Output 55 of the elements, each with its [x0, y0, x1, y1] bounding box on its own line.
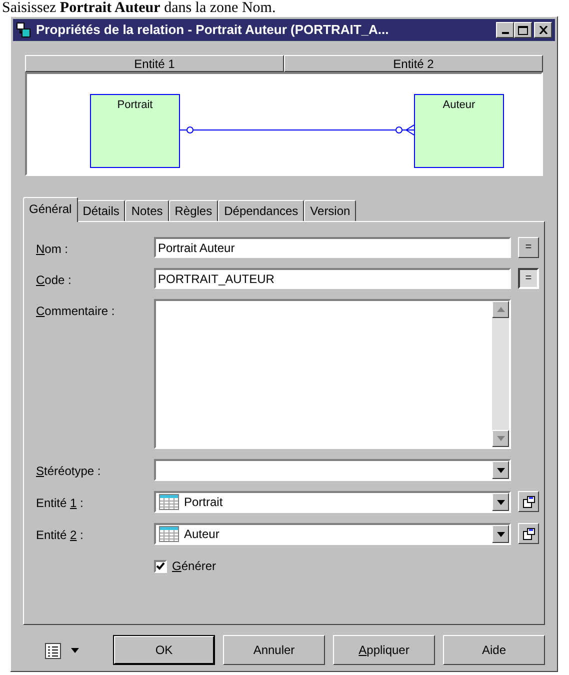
dialog-button[interactable]: Appliquer — [333, 635, 435, 665]
checkbox[interactable] — [154, 560, 167, 572]
dropdown-field[interactable] — [154, 459, 511, 481]
field-label: Entité 1 : — [36, 495, 84, 512]
close-button[interactable] — [534, 22, 552, 38]
equals-button[interactable]: = — [518, 237, 539, 258]
maximize-button[interactable] — [514, 22, 532, 38]
dropdown-button[interactable] — [492, 493, 509, 511]
properties-button[interactable] — [518, 523, 539, 544]
entity-box: Portrait — [90, 94, 180, 168]
text-field[interactable]: PORTRAIT_AUTEUR — [154, 268, 511, 289]
check-icon — [156, 562, 165, 570]
field-label: Nom : — [36, 241, 70, 258]
dialog-button[interactable]: Annuler — [223, 635, 325, 665]
caret-icon — [496, 468, 504, 472]
tab[interactable]: Version — [304, 200, 356, 221]
comment-field[interactable] — [154, 299, 511, 449]
properties-icon — [522, 528, 534, 540]
dropdown-button[interactable] — [492, 461, 509, 479]
caret-icon — [71, 648, 79, 652]
table-icon — [159, 526, 179, 542]
field-label: Code : — [36, 272, 72, 289]
dropdown-button[interactable] — [492, 525, 509, 543]
list-icon — [45, 641, 61, 659]
table-icon — [159, 494, 179, 510]
equals-button[interactable]: = — [518, 268, 539, 289]
tab[interactable]: Règles — [168, 200, 218, 221]
dropdown-field[interactable]: Auteur — [154, 523, 511, 545]
caret-icon — [496, 500, 504, 504]
tab[interactable]: Général — [23, 197, 78, 222]
dropdown-field[interactable]: Portrait — [154, 491, 511, 513]
relation-icon — [16, 22, 32, 38]
field-label: Stéréotype : — [36, 463, 102, 480]
column-header: Entité 1 — [25, 55, 284, 72]
properties-icon — [522, 496, 534, 508]
checkbox-label: Générer — [172, 558, 216, 575]
field-label: Entité 2 : — [36, 527, 84, 544]
scrollbar[interactable] — [492, 301, 509, 447]
caret-icon — [496, 532, 504, 536]
minimize-button[interactable] — [496, 22, 514, 38]
field-label: Commentaire : — [36, 303, 116, 320]
column-header: Entité 2 — [284, 55, 543, 72]
properties-button[interactable] — [518, 491, 539, 512]
entity-box: Auteur — [414, 94, 504, 168]
up-arrow-icon — [496, 307, 504, 312]
dialog-button[interactable]: Aide — [443, 635, 545, 665]
tab[interactable]: Détails — [76, 200, 126, 221]
window-title: Propriétés de la relation - Portrait Auteur (PORTRAIT_A... — [36, 21, 390, 40]
tab[interactable]: Dépendances — [218, 200, 304, 221]
caption-text: Saisissez Portrait Auteur dans la zone Nom. — [1, 0, 277, 16]
tab[interactable]: Notes — [125, 200, 169, 221]
down-arrow-icon — [496, 436, 504, 441]
close-icon — [538, 26, 548, 34]
dialog-button[interactable]: OK — [113, 635, 215, 665]
text-field[interactable]: Portrait Auteur — [154, 237, 511, 258]
